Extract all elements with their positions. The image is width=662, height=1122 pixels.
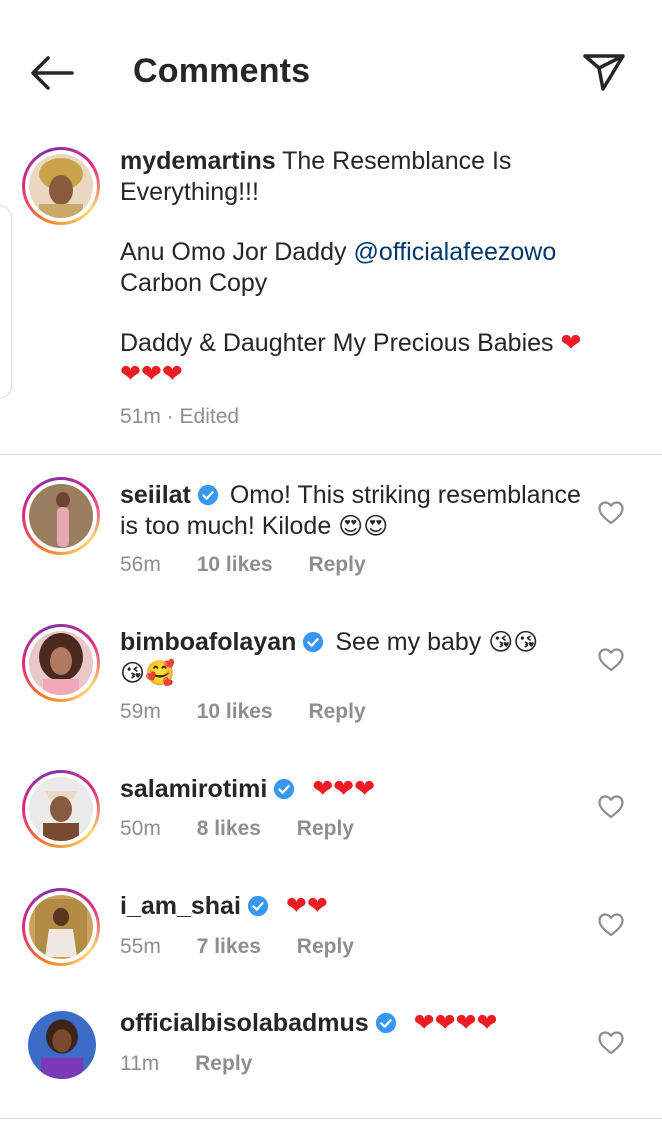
post-caption: mydemartins The Resemblance Is Everythin…: [120, 146, 620, 389]
comment-time: 50m: [120, 817, 161, 840]
comment-username[interactable]: i_am_shai: [120, 892, 241, 920]
comment-body: bimboafolayan See my baby 😘😘 😘🥰: [120, 627, 590, 689]
avatar[interactable]: [22, 770, 100, 848]
comment-meta: 50m 8 likes Reply: [120, 817, 354, 841]
back-button[interactable]: [28, 52, 76, 94]
comment-meta: 55m 7 likes Reply: [120, 935, 354, 959]
reply-button[interactable]: Reply: [308, 553, 365, 576]
avatar[interactable]: [22, 477, 100, 555]
comment-username[interactable]: seiilat: [120, 481, 191, 509]
like-heart-icon[interactable]: [597, 500, 625, 526]
comment-meta: 11m Reply: [120, 1052, 252, 1076]
comment-body: seiilat Omo! This striking resemblance i…: [120, 480, 590, 542]
avatar[interactable]: [22, 624, 100, 702]
reply-button[interactable]: Reply: [297, 817, 354, 840]
comment-likes[interactable]: 10 likes: [197, 553, 273, 576]
comment-text: See my baby: [335, 628, 489, 656]
comments-screen: Comments mydemartins The Resemblance Is …: [0, 0, 662, 1122]
comment-meta: 56m 10 likes Reply: [120, 553, 366, 577]
comment-time: 56m: [120, 553, 161, 576]
comment-time: 55m: [120, 935, 161, 958]
comment-emoji: 😍😍: [338, 512, 389, 540]
verified-badge-icon: [274, 778, 295, 800]
comment-meta: 59m 10 likes Reply: [120, 700, 366, 724]
side-panel-handle[interactable]: [0, 205, 12, 399]
paper-plane-icon: [583, 54, 625, 91]
avatar-photo: [28, 1011, 96, 1079]
comment-body: i_am_shai ❤❤: [120, 891, 590, 922]
caption-line2-prefix: Anu Omo Jor Daddy: [120, 238, 354, 266]
page-title: Comments: [133, 52, 311, 90]
avatar-photo: [29, 631, 93, 695]
caption-meta: 51m · Edited: [120, 405, 240, 428]
avatar-photo: [29, 895, 93, 959]
share-button[interactable]: [581, 50, 627, 94]
like-heart-icon[interactable]: [597, 647, 625, 673]
reply-button[interactable]: Reply: [195, 1052, 252, 1075]
verified-badge-icon: [197, 484, 218, 506]
caption-time: 51m: [120, 405, 161, 428]
comment-likes[interactable]: 8 likes: [197, 817, 261, 840]
comment-username[interactable]: bimboafolayan: [120, 628, 296, 656]
comment-emoji: 😘😘: [488, 628, 539, 656]
caption-hearts-emoji: ❤❤❤: [120, 359, 183, 388]
avatar-photo: [29, 777, 93, 841]
comment-time: 11m: [120, 1052, 160, 1075]
avatar[interactable]: [22, 888, 100, 966]
comment-hearts-emoji: ❤❤❤: [312, 775, 376, 803]
caption-edited: Edited: [179, 405, 240, 428]
avatar[interactable]: [28, 1011, 96, 1079]
comment-body: officialbisolabadmus ❤❤❤❤: [120, 1008, 590, 1039]
verified-badge-icon: [247, 895, 269, 917]
comment-likes[interactable]: 7 likes: [197, 935, 261, 958]
verified-badge-icon: [303, 631, 324, 653]
comment-likes[interactable]: 10 likes: [197, 700, 273, 723]
avatar[interactable]: [22, 147, 100, 225]
comment-hearts-emoji: ❤❤❤❤: [413, 1009, 498, 1037]
like-heart-icon[interactable]: [597, 912, 625, 938]
comment-username[interactable]: officialbisolabadmus: [120, 1009, 369, 1037]
arrow-left-icon: [31, 56, 74, 90]
caption-line2-suffix: Carbon Copy: [120, 268, 268, 297]
avatar-photo: [29, 484, 93, 548]
comment-emoji-line2: 😘🥰: [120, 659, 175, 687]
reply-button[interactable]: Reply: [308, 700, 365, 723]
header: Comments: [0, 0, 662, 144]
comment-time: 59m: [120, 700, 161, 723]
comment-username[interactable]: salamirotimi: [120, 775, 267, 803]
reply-button[interactable]: Reply: [297, 935, 354, 958]
caption-username[interactable]: mydemartins: [120, 147, 276, 175]
bottom-divider: [0, 1118, 662, 1119]
like-heart-icon[interactable]: [597, 1030, 625, 1056]
caption-divider: [0, 454, 662, 455]
verified-badge-icon: [375, 1012, 396, 1034]
like-heart-icon[interactable]: [597, 794, 625, 820]
caption-line3: Daddy & Daughter My Precious Babies: [120, 329, 561, 357]
caption-heart-emoji: ❤: [560, 329, 582, 357]
mention-link[interactable]: @officialafeezowo: [353, 238, 556, 266]
comment-hearts-emoji: ❤❤: [285, 892, 328, 920]
comment-body: salamirotimi ❤❤❤: [120, 774, 590, 805]
avatar-photo: [29, 154, 93, 218]
